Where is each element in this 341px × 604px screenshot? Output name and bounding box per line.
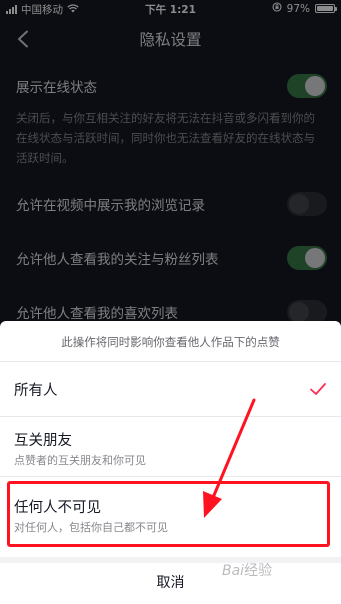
sheet-hint: 此操作将同时影响你查看他人作品下的点赞 [61,335,280,349]
likes-visibility-sheet: 此操作将同时影响你查看他人作品下的点赞 所有人 互关朋友 点赞者的互关朋友和你可… [0,321,341,604]
option-everyone[interactable]: 所有人 [0,362,341,416]
annotation-highlight-box [7,481,330,547]
divider [0,476,341,477]
watermark-logo: Bai经验 [222,563,273,579]
option-title: 所有人 [14,383,58,399]
option-mutual-friends[interactable]: 互关朋友 点赞者的互关朋友和你可见 [0,417,341,475]
option-title: 互关朋友 [14,433,72,449]
checkmark-icon [310,383,326,395]
cancel-button[interactable]: 取消 [0,563,341,604]
option-subtitle: 点赞者的互关朋友和你可见 [14,454,146,467]
